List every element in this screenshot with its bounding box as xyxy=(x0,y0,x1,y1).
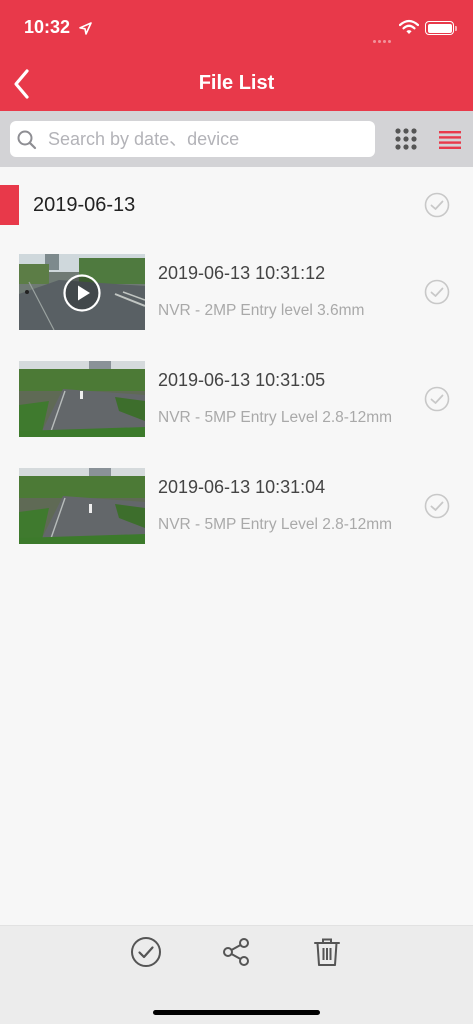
location-arrow-icon xyxy=(79,22,92,35)
search-input[interactable] xyxy=(48,121,366,157)
file-datetime: 2019-06-13 10:31:04 xyxy=(158,477,326,497)
date-group-header: 2019-06-13 xyxy=(0,185,473,225)
file-device: NVR - 5MP Entry Level 2.8-12mm xyxy=(158,409,393,426)
search-icon xyxy=(17,130,37,150)
play-icon[interactable] xyxy=(63,274,101,312)
file-list-item[interactable]: 2019-06-13 10:31:05 NVR - 5MP Entry Leve… xyxy=(0,361,473,438)
file-list-item[interactable]: 2019-06-13 10:31:04 NVR - 5MP Entry Leve… xyxy=(0,468,473,545)
status-time: 10:32 xyxy=(24,17,92,38)
list-view-icon[interactable] xyxy=(439,130,461,150)
grid-view-icon[interactable] xyxy=(395,128,417,150)
image-thumbnail[interactable] xyxy=(19,468,145,544)
cellular-signal-icon xyxy=(371,30,391,48)
search-bar xyxy=(0,111,473,167)
bottom-toolbar xyxy=(0,925,473,1024)
battery-icon xyxy=(425,21,457,35)
trash-icon[interactable] xyxy=(311,936,343,968)
group-date: 2019-06-13 xyxy=(33,194,136,216)
status-time-text: 10:32 xyxy=(24,17,71,37)
file-datetime: 2019-06-13 10:31:05 xyxy=(158,370,326,390)
file-datetime: 2019-06-13 10:31:12 xyxy=(158,263,326,283)
select-check-icon[interactable] xyxy=(424,493,450,519)
select-group-check-icon[interactable] xyxy=(424,192,450,218)
select-check-icon[interactable] xyxy=(424,386,450,412)
share-icon[interactable] xyxy=(220,936,252,968)
file-device: NVR - 2MP Entry level 3.6mm xyxy=(158,302,365,319)
select-all-icon[interactable] xyxy=(130,936,162,968)
file-device: NVR - 5MP Entry Level 2.8-12mm xyxy=(158,516,393,533)
select-check-icon[interactable] xyxy=(424,279,450,305)
home-indicator xyxy=(153,1010,320,1015)
search-field[interactable] xyxy=(10,121,375,157)
image-thumbnail[interactable] xyxy=(19,361,145,437)
video-thumbnail[interactable] xyxy=(19,254,145,330)
file-list-item[interactable]: 2019-06-13 10:31:12 NVR - 2MP Entry leve… xyxy=(0,254,473,331)
group-accent-bar xyxy=(0,185,19,225)
wifi-icon xyxy=(399,19,419,34)
app-header: 10:32 File List xyxy=(0,0,473,111)
page-title: File List xyxy=(198,72,275,94)
